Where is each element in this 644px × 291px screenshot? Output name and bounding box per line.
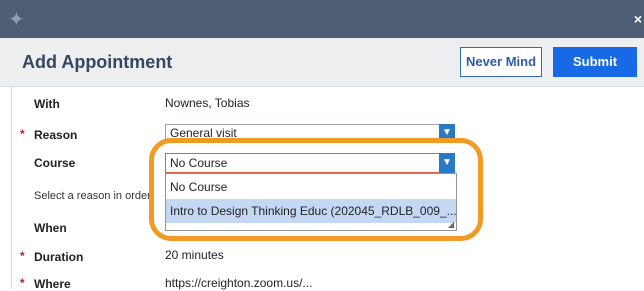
required-asterisk: * [20, 276, 25, 290]
reason-hint-text: Select a reason in order [34, 190, 151, 202]
never-mind-button[interactable]: Never Mind [460, 47, 542, 77]
left-divider [11, 86, 12, 289]
submit-button[interactable]: Submit [553, 47, 637, 77]
duration-value: 20 minutes [165, 248, 224, 262]
reason-label: Reason [34, 128, 78, 142]
course-label: Course [34, 156, 76, 170]
star-logo-icon: ✦ [8, 9, 25, 31]
with-value: Nownes, Tobias [165, 96, 250, 110]
highlight-annotation [149, 138, 483, 241]
required-asterisk: * [20, 249, 25, 263]
when-label: When [34, 221, 67, 235]
with-label: With [34, 97, 60, 111]
top-bar: ✦ × [0, 0, 644, 38]
required-asterisk: * [20, 127, 25, 141]
duration-label: Duration [34, 250, 84, 264]
close-icon[interactable]: × [634, 12, 642, 26]
page-title: Add Appointment [22, 52, 173, 72]
where-value: https://creighton.zoom.us/... [165, 276, 313, 290]
dialog-header: Add Appointment Never Mind Submit [0, 38, 644, 87]
